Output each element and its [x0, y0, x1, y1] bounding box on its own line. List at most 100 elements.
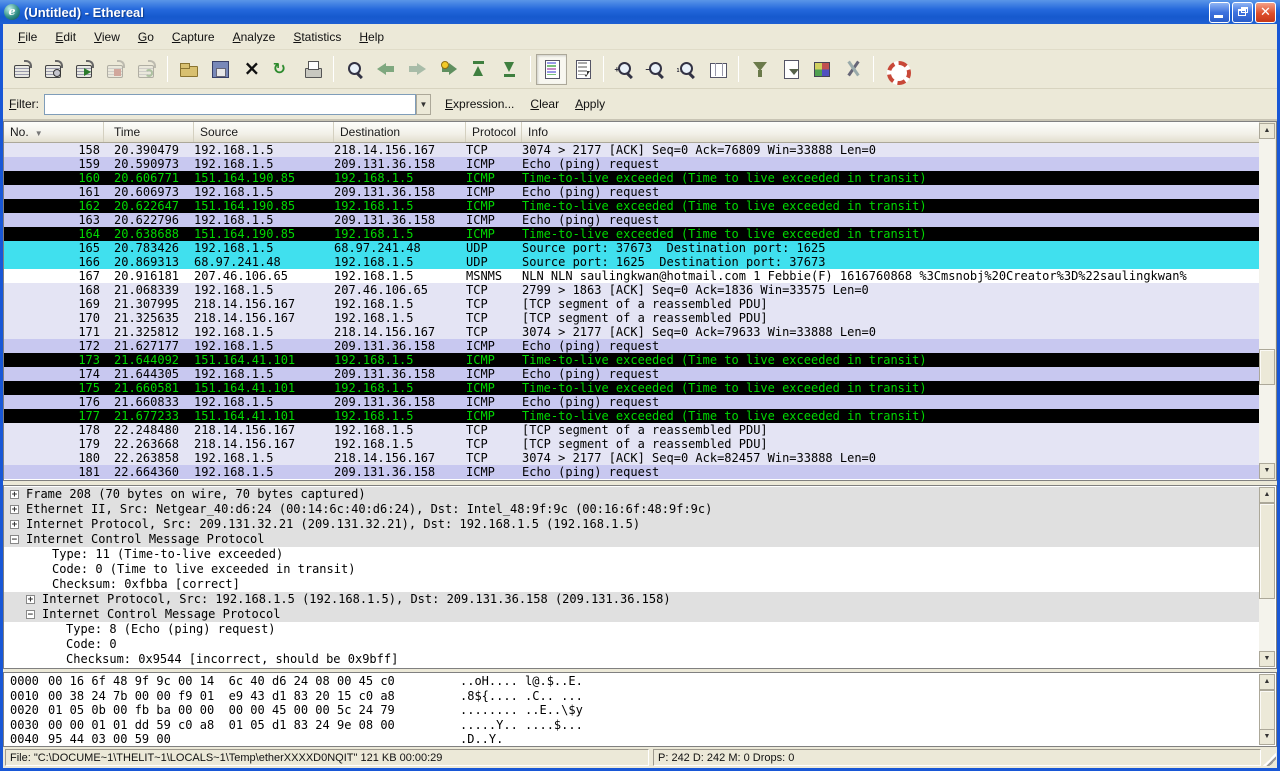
details-scrollbar[interactable]: ▲ ▼ — [1259, 487, 1275, 667]
menu-file[interactable]: File — [9, 26, 46, 48]
packet-row[interactable]: 18122.664360192.168.1.5209.131.36.158ICM… — [4, 465, 1260, 479]
expression-button[interactable]: Expression... — [445, 97, 514, 111]
go-to-packet-button[interactable] — [432, 54, 463, 85]
packet-row[interactable]: 16120.606973192.168.1.5209.131.36.158ICM… — [4, 185, 1260, 199]
colorize-button[interactable] — [536, 54, 567, 85]
resize-grip[interactable] — [1263, 753, 1276, 766]
column-header-source[interactable]: Source — [194, 122, 334, 142]
menu-view[interactable]: View — [85, 26, 129, 48]
zoom-100-button[interactable]: 1:1 — [671, 54, 702, 85]
hex-scrollbar[interactable]: ▲ ▼ — [1259, 674, 1275, 745]
hex-line[interactable]: 001000 38 24 7b 00 00 f9 01 e9 43 d1 83 … — [4, 689, 1260, 704]
detail-line[interactable]: +Internet Protocol, Src: 192.168.1.5 (19… — [4, 592, 1260, 607]
menu-help[interactable]: Help — [350, 26, 393, 48]
minimize-button[interactable] — [1209, 2, 1230, 23]
capture-filter-button[interactable] — [744, 54, 775, 85]
detail-line[interactable]: Type: 8 (Echo (ping) request) — [4, 622, 1260, 637]
packet-list-scrollbar[interactable]: ▲ ▼ — [1259, 123, 1275, 479]
packet-row[interactable]: 16220.622647151.164.190.85192.168.1.5ICM… — [4, 199, 1260, 213]
detail-line[interactable]: −Internet Control Message Protocol — [4, 532, 1260, 547]
packet-row[interactable]: 17822.248480218.14.156.167192.168.1.5TCP… — [4, 423, 1260, 437]
title-bar[interactable]: e (Untitled) - Ethereal ✕ — [0, 0, 1280, 24]
packet-row[interactable]: 15820.390479192.168.1.5218.14.156.167TCP… — [4, 143, 1260, 157]
scroll-down-icon[interactable]: ▼ — [1259, 651, 1275, 667]
packet-row[interactable]: 17721.677233151.164.41.101192.168.1.5ICM… — [4, 409, 1260, 423]
apply-button[interactable]: Apply — [575, 97, 605, 111]
detail-line[interactable]: Checksum: 0xfbba [correct] — [4, 577, 1260, 592]
zoom-in-button[interactable]: + — [609, 54, 640, 85]
display-filter-button[interactable] — [775, 54, 806, 85]
packet-row[interactable]: 16720.916181207.46.106.65192.168.1.5MSNM… — [4, 269, 1260, 283]
packet-row[interactable]: 17621.660833192.168.1.5209.131.36.158ICM… — [4, 395, 1260, 409]
save-file-button[interactable] — [204, 54, 235, 85]
column-header-time[interactable]: Time — [104, 122, 194, 142]
capture-start-button[interactable] — [69, 54, 100, 85]
detail-line[interactable]: Code: 0 — [4, 637, 1260, 652]
filter-input[interactable] — [44, 94, 416, 115]
packet-row[interactable]: 16320.622796192.168.1.5209.131.36.158ICM… — [4, 213, 1260, 227]
packet-row[interactable]: 15920.590973192.168.1.5209.131.36.158ICM… — [4, 157, 1260, 171]
packet-row[interactable]: 17922.263668218.14.156.167192.168.1.5TCP… — [4, 437, 1260, 451]
menu-edit[interactable]: Edit — [46, 26, 85, 48]
detail-line[interactable]: +Frame 208 (70 bytes on wire, 70 bytes c… — [4, 487, 1260, 502]
filter-dropdown-button[interactable]: ▼ — [416, 94, 431, 115]
help-button[interactable] — [879, 54, 910, 85]
packet-row[interactable]: 16821.068339192.168.1.5207.46.106.65TCP2… — [4, 283, 1260, 297]
menu-analyze[interactable]: Analyze — [224, 26, 285, 48]
column-header-destination[interactable]: Destination — [334, 122, 466, 142]
resize-columns-button[interactable] — [702, 54, 733, 85]
packet-row[interactable]: 17421.644305192.168.1.5209.131.36.158ICM… — [4, 367, 1260, 381]
list-interfaces-button[interactable] — [7, 54, 38, 85]
packet-row[interactable]: 16420.638688151.164.190.85192.168.1.5ICM… — [4, 227, 1260, 241]
menu-statistics[interactable]: Statistics — [284, 26, 350, 48]
packet-row[interactable]: 17321.644092151.164.41.101192.168.1.5ICM… — [4, 353, 1260, 367]
coloring-rules-button[interactable] — [806, 54, 837, 85]
column-header-no[interactable]: No.▼ — [4, 122, 104, 142]
print-button[interactable] — [297, 54, 328, 85]
detail-line[interactable]: −Internet Control Message Protocol — [4, 607, 1260, 622]
hex-line[interactable]: 004095 44 03 00 59 00.D..Y. — [4, 732, 1260, 746]
restore-button[interactable] — [1232, 2, 1253, 23]
reload-file-button[interactable] — [266, 54, 297, 85]
scroll-up-icon[interactable]: ▲ — [1259, 674, 1275, 690]
column-header-protocol[interactable]: Protocol — [466, 122, 522, 142]
column-header-info[interactable]: Info — [522, 122, 1260, 142]
open-file-button[interactable] — [173, 54, 204, 85]
hex-line[interactable]: 003000 00 01 01 dd 59 c0 a8 01 05 d1 83 … — [4, 718, 1260, 733]
hex-line[interactable]: 000000 16 6f 48 9f 9c 00 14 6c 40 d6 24 … — [4, 674, 1260, 689]
packet-row[interactable]: 16020.606771151.164.190.85192.168.1.5ICM… — [4, 171, 1260, 185]
go-to-top-button[interactable] — [463, 54, 494, 85]
packet-row[interactable]: 16620.86931368.97.241.48192.168.1.5UDPSo… — [4, 255, 1260, 269]
go-back-button[interactable] — [370, 54, 401, 85]
scrollbar-thumb[interactable] — [1259, 503, 1275, 599]
find-packet-button[interactable] — [339, 54, 370, 85]
scrollbar-thumb[interactable] — [1259, 690, 1275, 731]
scrollbar-thumb[interactable] — [1259, 349, 1275, 385]
expand-icon[interactable]: + — [10, 490, 19, 499]
capture-options-button[interactable] — [38, 54, 69, 85]
detail-line[interactable]: Type: 11 (Time-to-live exceeded) — [4, 547, 1260, 562]
scroll-down-icon[interactable]: ▼ — [1259, 463, 1275, 479]
go-forward-button[interactable] — [401, 54, 432, 85]
close-file-button[interactable] — [235, 54, 266, 85]
detail-line[interactable]: Identifier: 0x0344 — [4, 667, 1260, 668]
detail-line[interactable]: Checksum: 0x9544 [incorrect, should be 0… — [4, 652, 1260, 667]
close-button[interactable]: ✕ — [1255, 2, 1276, 23]
menu-go[interactable]: Go — [129, 26, 163, 48]
packet-row[interactable]: 18022.263858192.168.1.5218.14.156.167TCP… — [4, 451, 1260, 465]
detail-line[interactable]: +Internet Protocol, Src: 209.131.32.21 (… — [4, 517, 1260, 532]
scroll-up-icon[interactable]: ▲ — [1259, 123, 1275, 139]
packet-row[interactable]: 17521.660581151.164.41.101192.168.1.5ICM… — [4, 381, 1260, 395]
expand-icon[interactable]: + — [26, 595, 35, 604]
go-to-bottom-button[interactable] — [494, 54, 525, 85]
scroll-down-icon[interactable]: ▼ — [1259, 729, 1275, 745]
menu-capture[interactable]: Capture — [163, 26, 224, 48]
detail-line[interactable]: Code: 0 (Time to live exceeded in transi… — [4, 562, 1260, 577]
preferences-button[interactable] — [837, 54, 868, 85]
packet-row[interactable]: 17121.325812192.168.1.5218.14.156.167TCP… — [4, 325, 1260, 339]
zoom-out-button[interactable]: − — [640, 54, 671, 85]
detail-line[interactable]: +Ethernet II, Src: Netgear_40:d6:24 (00:… — [4, 502, 1260, 517]
scroll-up-icon[interactable]: ▲ — [1259, 487, 1275, 503]
auto-scroll-button[interactable] — [567, 54, 598, 85]
packet-row[interactable]: 16520.783426192.168.1.568.97.241.48UDPSo… — [4, 241, 1260, 255]
